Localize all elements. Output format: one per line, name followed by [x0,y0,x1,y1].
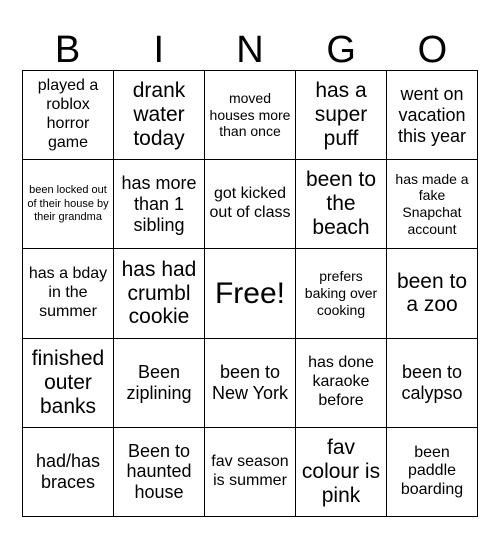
bingo-cell[interactable]: has had crumbl cookie [114,249,205,339]
bingo-cell[interactable]: prefers baking over cooking [296,249,387,339]
bingo-cell-label: been to New York [211,361,289,403]
bingo-cell-label: been locked out of their house by their … [27,184,109,223]
bingo-cell-label: has had crumbl cookie [121,257,197,329]
bingo-cell-label: had/has braces [35,451,101,492]
bingo-cell[interactable]: Been ziplining [114,338,205,428]
header-letter-b: B [54,29,81,71]
bingo-cell[interactable]: drank water today [114,71,205,161]
bingo-cell-label: went on vacation this year [397,83,467,146]
bingo-cell-label: has done karaoke before [308,354,374,410]
bingo-cell-label: prefers baking over cooking [304,268,378,318]
bingo-cell[interactable]: fav colour is pink [296,427,387,517]
bingo-cell[interactable]: has done karaoke before [296,338,387,428]
header-letter-o: O [417,29,448,71]
bingo-cell-label: fav season is summer [211,453,289,489]
bingo-cell-label: fav colour is pink [301,435,381,507]
bingo-cell-label: moved houses more than once [209,89,291,140]
bingo-cell-label: has a super puff [314,79,368,151]
bingo-grid: played a roblox horror game drank water t… [22,70,478,517]
bingo-cell-label: finished outer banks [31,346,105,418]
bingo-cell-label: played a roblox horror game [37,77,99,151]
bingo-cell-label: Been to haunted house [126,440,192,503]
bingo-cell[interactable]: been to calypso [387,338,478,428]
bingo-cell-label: got kicked out of class [209,185,291,222]
header-letter-n: N [236,29,264,71]
bingo-cell-label: been to the beach [305,168,377,240]
bingo-cell-label: has made a fake Snapchat account [395,170,469,238]
bingo-cell[interactable]: has a super puff [296,71,387,161]
bingo-cell[interactable]: finished outer banks [23,338,114,428]
bingo-cell[interactable]: moved houses more than once [205,71,296,161]
bingo-cell[interactable]: been locked out of their house by their … [23,160,114,250]
bingo-cell[interactable]: has made a fake Snapchat account [387,160,478,250]
bingo-cell[interactable]: been to New York [205,338,296,428]
bingo-cell-label: been to a zoo [396,269,468,317]
bingo-cell[interactable]: had/has braces [23,427,114,517]
header-letter-i: I [153,29,165,71]
bingo-cell-label: Free! [214,276,286,310]
bingo-cell[interactable]: went on vacation this year [387,71,478,161]
bingo-cell-label: Been ziplining [126,361,192,403]
bingo-cell-label: has a bday in the summer [28,265,108,320]
bingo-cell[interactable]: fav season is summer [205,427,296,517]
bingo-cell[interactable]: has a bday in the summer [23,249,114,339]
bingo-cell-label: drank water today [132,79,186,151]
bingo-cell[interactable]: been to a zoo [387,249,478,339]
bingo-cell[interactable]: played a roblox horror game [23,71,114,161]
bingo-cell-label: been to calypso [401,361,463,403]
bingo-cell[interactable]: has more than 1 sibling [114,160,205,250]
bingo-card: B I N G O played a roblox horror game dra… [0,0,500,544]
bingo-header: B I N G O [22,16,478,70]
bingo-cell[interactable]: got kicked out of class [205,160,296,250]
bingo-cell-free[interactable]: Free! [205,249,296,339]
bingo-cell[interactable]: Been to haunted house [114,427,205,517]
bingo-cell-label: been paddle boarding [400,443,464,499]
bingo-cell-label: has more than 1 sibling [121,172,197,235]
header-letter-g: G [326,29,356,71]
bingo-cell[interactable]: been to the beach [296,160,387,250]
bingo-cell[interactable]: been paddle boarding [387,427,478,517]
